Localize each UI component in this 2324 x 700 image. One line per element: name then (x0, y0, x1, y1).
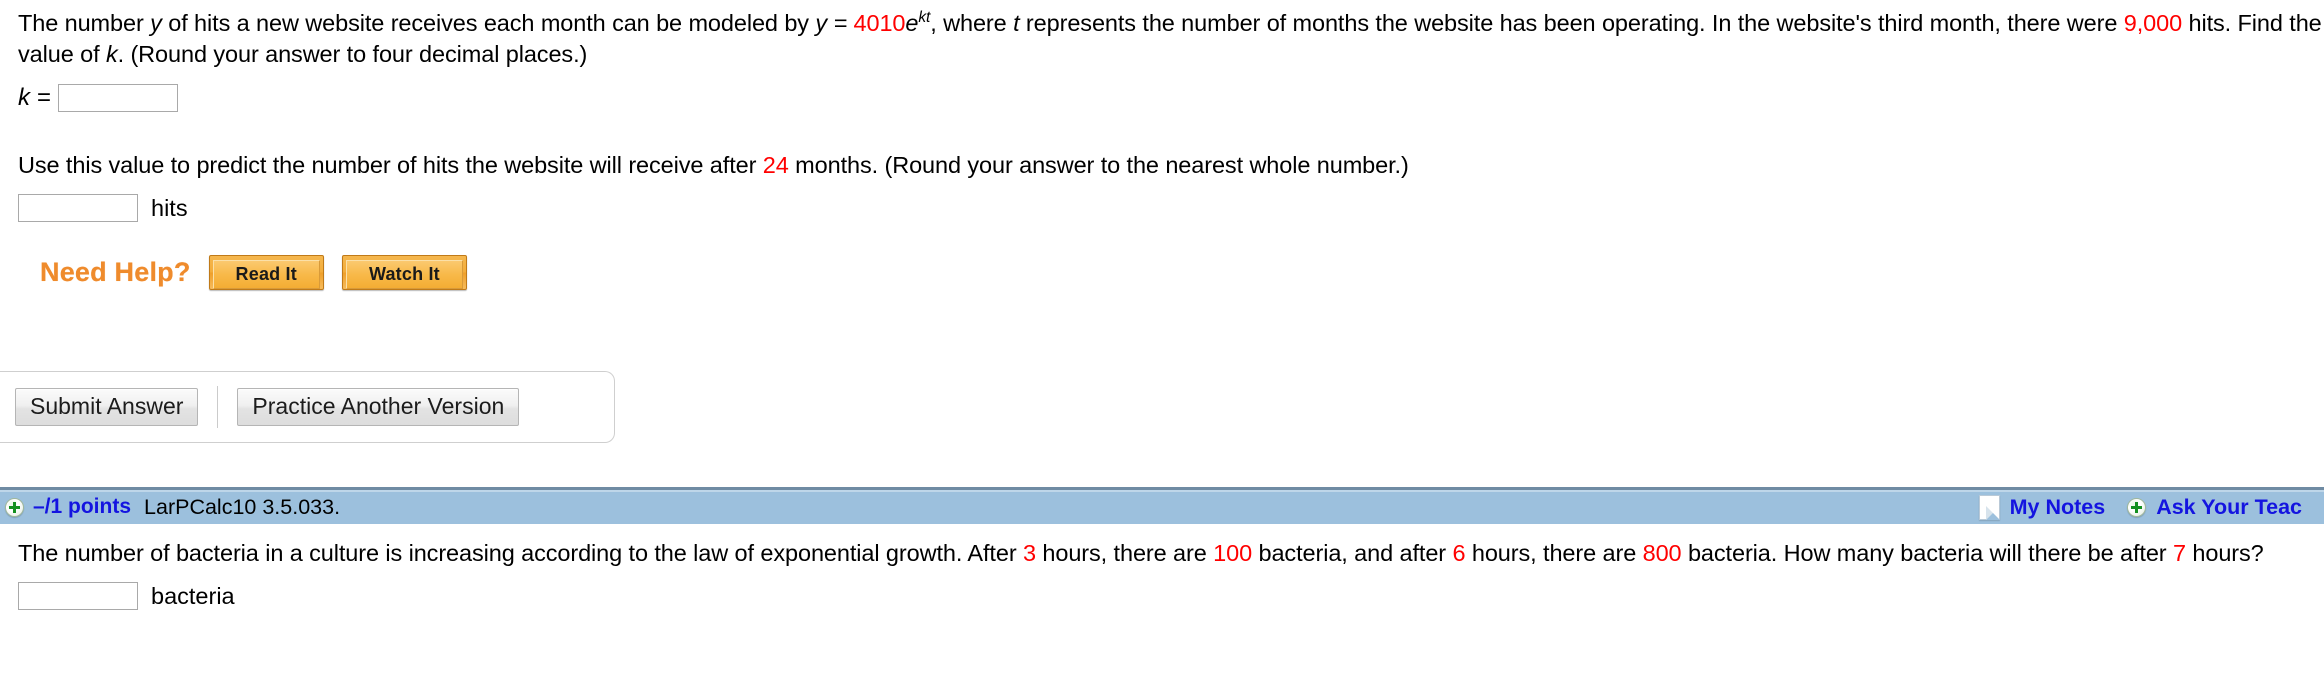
read-it-button[interactable]: Read It (208, 255, 324, 290)
part2-text-2: months. (Round your answer to the neares… (788, 152, 1409, 178)
part2-months-value: 24 (762, 152, 789, 178)
need-help-row: Need Help? Read It Watch It (18, 255, 2324, 290)
problem-2-answer-row: bacteria (18, 582, 2324, 610)
ask-your-teacher-link[interactable]: Ask Your Teac (2156, 495, 2302, 520)
p2-text-5: bacteria. How many bacteria will there b… (1681, 540, 2173, 566)
equation-expression: y = 4010ekt, (815, 10, 936, 36)
statement-text-3: where (936, 10, 1014, 36)
equation-lhs: y (815, 10, 828, 36)
equation-exponent: kt (918, 9, 931, 27)
my-notes-link[interactable]: My Notes (2010, 495, 2106, 520)
submit-panel: Submit Answer Practice Another Version (0, 371, 615, 443)
statement-text-6: . (Round your answer to four decimal pla… (117, 41, 588, 67)
p2-text-3: bacteria, and after (1252, 540, 1453, 566)
k-equals-label: k = (18, 84, 51, 111)
statement-text-1: The number (18, 10, 151, 36)
hits-value: 9,000 (2123, 10, 2183, 36)
statement-text-4: represents the number of months the webs… (1019, 10, 2124, 36)
ask-teacher-plus-icon[interactable] (2127, 497, 2147, 517)
p2-text-4: hours, there are (1465, 540, 1643, 566)
equation-equals: = (827, 10, 854, 36)
watch-it-button[interactable]: Watch It (341, 255, 467, 290)
question-header-bar: –/1 points LarPCalc10 3.5.033. My Notes … (0, 487, 2324, 524)
problem-2-statement: The number of bacteria in a culture is i… (18, 538, 2324, 569)
read-it-label: Read It (212, 260, 320, 289)
watch-it-label: Watch It (345, 260, 463, 289)
problem-1-part2-statement: Use this value to predict the number of … (18, 150, 2324, 181)
variable-y: y (150, 10, 162, 36)
button-divider (217, 386, 219, 428)
question-id-label: LarPCalc10 3.5.033. (144, 494, 341, 519)
p2-hours-3: 7 (2172, 540, 2186, 566)
submit-panel-inner: Submit Answer Practice Another Version (0, 372, 614, 442)
problem-1-answer-row: k = (18, 84, 2324, 112)
submit-answer-button[interactable]: Submit Answer (15, 387, 199, 427)
bacteria-unit-label: bacteria (151, 582, 235, 609)
question-header-right: My Notes Ask Your Teac (1978, 494, 2324, 520)
equation-base: e (905, 10, 919, 36)
variable-k: k (105, 41, 118, 67)
problem-1-block: The number y of hits a new website recei… (0, 0, 2324, 290)
need-help-label: Need Help? (40, 257, 191, 287)
plus-circle-icon[interactable] (5, 497, 24, 517)
part2-text-1: Use this value to predict the number of … (18, 152, 763, 178)
p2-text-2: hours, there are (1035, 540, 1214, 566)
note-page-icon[interactable] (1978, 494, 2000, 520)
assignment-page: The number y of hits a new website recei… (0, 0, 2324, 700)
p2-text-1: The number of bacteria in a culture is i… (18, 540, 1023, 566)
bacteria-answer-input[interactable] (18, 582, 138, 610)
p2-hours-2: 6 (1452, 540, 1466, 566)
hits-answer-input[interactable] (18, 194, 138, 222)
practice-another-version-button[interactable]: Practice Another Version (237, 387, 520, 427)
k-answer-input[interactable] (57, 84, 178, 112)
problem-1-part2-answer-row: hits (18, 194, 2324, 222)
p2-bacteria-2: 800 (1642, 540, 1682, 566)
problem-2-block: The number of bacteria in a culture is i… (18, 538, 2324, 610)
problem-1-statement: The number y of hits a new website recei… (18, 8, 2324, 70)
p2-text-6: hours? (2185, 540, 2264, 566)
p2-bacteria-1: 100 (1213, 540, 1253, 566)
equation-coefficient: 4010 (853, 10, 906, 36)
points-label: –/1 points (33, 495, 132, 518)
hits-unit-label: hits (151, 194, 188, 221)
statement-text-2: of hits a new website receives each mont… (161, 10, 816, 36)
p2-hours-1: 3 (1022, 540, 1036, 566)
question-header-left: –/1 points LarPCalc10 3.5.033. (0, 495, 340, 520)
